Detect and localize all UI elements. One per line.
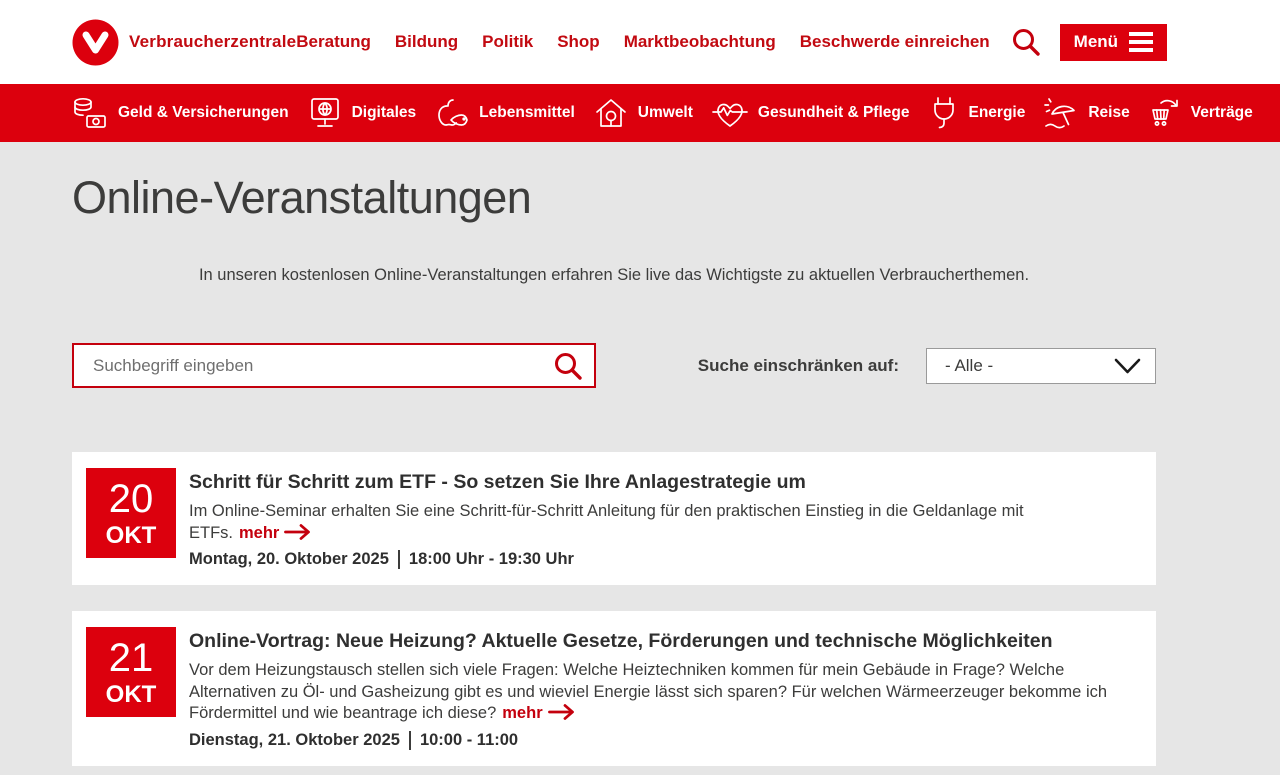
page-title: Online-Veranstaltungen xyxy=(72,172,1156,224)
category-label: Geld & Versicherungen xyxy=(118,104,289,122)
nav-item-marktbeobachtung[interactable]: Marktbeobachtung xyxy=(624,32,776,52)
event-date: Montag, 20. Oktober 2025 xyxy=(189,550,389,569)
category-label: Reise xyxy=(1088,104,1129,122)
event-description: Vor dem Heizungstausch stellen sich viel… xyxy=(189,660,1134,725)
event-date: Dienstag, 21. Oktober 2025 xyxy=(189,731,400,750)
arrow-right-icon xyxy=(548,704,575,720)
event-date-badge: 21 OKT xyxy=(86,627,176,717)
category-label: Umwelt xyxy=(638,104,693,122)
nav-item-politik[interactable]: Politik xyxy=(482,32,533,52)
logo-v-icon xyxy=(72,19,119,66)
search-box xyxy=(72,343,596,388)
category-umwelt[interactable]: Umwelt xyxy=(592,95,693,131)
event-title[interactable]: Schritt für Schritt zum ETF - So setzen … xyxy=(189,471,1134,494)
category-label: Energie xyxy=(969,104,1026,122)
category-bar: Geld & Versicherungen Digitales Lebensmi… xyxy=(0,84,1280,142)
intro-text: In unseren kostenlosen Online-Veranstalt… xyxy=(72,266,1156,285)
category-digitales[interactable]: Digitales xyxy=(306,95,417,131)
search-icon xyxy=(552,350,584,382)
event-day: 21 xyxy=(109,638,154,678)
event-datetime: Montag, 20. Oktober 2025 18:00 Uhr - 19:… xyxy=(189,550,1134,569)
search-input[interactable] xyxy=(74,345,594,386)
more-link[interactable]: mehr xyxy=(502,704,574,722)
arrow-right-icon xyxy=(284,524,311,540)
event-month: OKT xyxy=(106,683,157,707)
search-icon[interactable] xyxy=(1010,26,1042,58)
category-lebensmittel[interactable]: Lebensmittel xyxy=(433,95,575,131)
category-label: Verträge xyxy=(1191,104,1253,122)
event-list: 20 OKT Schritt für Schritt zum ETF - So … xyxy=(72,452,1156,766)
event-title[interactable]: Online-Vortrag: Neue Heizung? Aktuelle G… xyxy=(189,630,1134,653)
event-time: 10:00 - 11:00 xyxy=(420,731,518,750)
hamburger-icon xyxy=(1129,32,1153,52)
menu-button[interactable]: Menü xyxy=(1060,24,1167,61)
nav-item-beschwerde-einreichen[interactable]: Beschwerde einreichen xyxy=(800,32,990,52)
event-day: 20 xyxy=(109,479,154,519)
cart-arrow-icon xyxy=(1147,95,1183,131)
chevron-down-icon xyxy=(1114,358,1141,374)
logo-text: Verbraucherzentrale xyxy=(129,32,296,52)
datetime-separator xyxy=(409,731,411,750)
event-time: 18:00 Uhr - 19:30 Uhr xyxy=(409,550,574,569)
category-gesundheit-pflege[interactable]: Gesundheit & Pflege xyxy=(710,95,910,131)
filter-group: Suche einschränken auf: - Alle - xyxy=(698,348,1156,384)
food-icon xyxy=(433,95,471,131)
datetime-separator xyxy=(398,550,400,569)
event-date-badge: 20 OKT xyxy=(86,468,176,558)
beach-umbrella-icon xyxy=(1042,95,1080,131)
house-tree-icon xyxy=(592,95,630,131)
nav-item-bildung[interactable]: Bildung xyxy=(395,32,458,52)
event-card[interactable]: 20 OKT Schritt für Schritt zum ETF - So … xyxy=(72,452,1156,585)
plug-icon xyxy=(927,95,961,131)
heart-pulse-icon xyxy=(710,95,750,131)
category-geld-versicherungen[interactable]: Geld & Versicherungen xyxy=(72,95,289,131)
menu-button-label: Menü xyxy=(1074,32,1118,52)
monitor-globe-icon xyxy=(306,95,344,131)
filter-select[interactable]: - Alle - xyxy=(926,348,1156,384)
logo[interactable]: Verbraucherzentrale xyxy=(72,19,296,66)
main-nav: Beratung Bildung Politik Shop Marktbeoba… xyxy=(296,32,989,52)
category-label: Lebensmittel xyxy=(479,104,575,122)
category-label: Gesundheit & Pflege xyxy=(758,104,910,122)
category-energie[interactable]: Energie xyxy=(927,95,1026,131)
event-month: OKT xyxy=(106,524,157,548)
category-vertraege[interactable]: Verträge xyxy=(1147,95,1253,131)
event-description: Im Online-Seminar erhalten Sie eine Schr… xyxy=(189,501,1134,544)
site-header: Verbraucherzentrale Beratung Bildung Pol… xyxy=(0,0,1280,84)
category-label: Digitales xyxy=(352,104,417,122)
money-icon xyxy=(72,95,110,131)
event-card[interactable]: 21 OKT Online-Vortrag: Neue Heizung? Akt… xyxy=(72,611,1156,766)
event-datetime: Dienstag, 21. Oktober 2025 10:00 - 11:00 xyxy=(189,731,1134,750)
event-body: Schritt für Schritt zum ETF - So setzen … xyxy=(189,468,1134,569)
more-link[interactable]: mehr xyxy=(239,524,311,542)
filter-label: Suche einschränken auf: xyxy=(698,356,899,376)
nav-item-beratung[interactable]: Beratung xyxy=(296,32,371,52)
main-content: Online-Veranstaltungen In unseren kosten… xyxy=(0,172,1280,766)
search-row: Suche einschränken auf: - Alle - xyxy=(72,343,1156,388)
search-submit-button[interactable] xyxy=(550,350,586,382)
category-reise[interactable]: Reise xyxy=(1042,95,1129,131)
nav-item-shop[interactable]: Shop xyxy=(557,32,600,52)
event-body: Online-Vortrag: Neue Heizung? Aktuelle G… xyxy=(189,627,1134,750)
filter-selected-value: - Alle - xyxy=(945,356,993,376)
